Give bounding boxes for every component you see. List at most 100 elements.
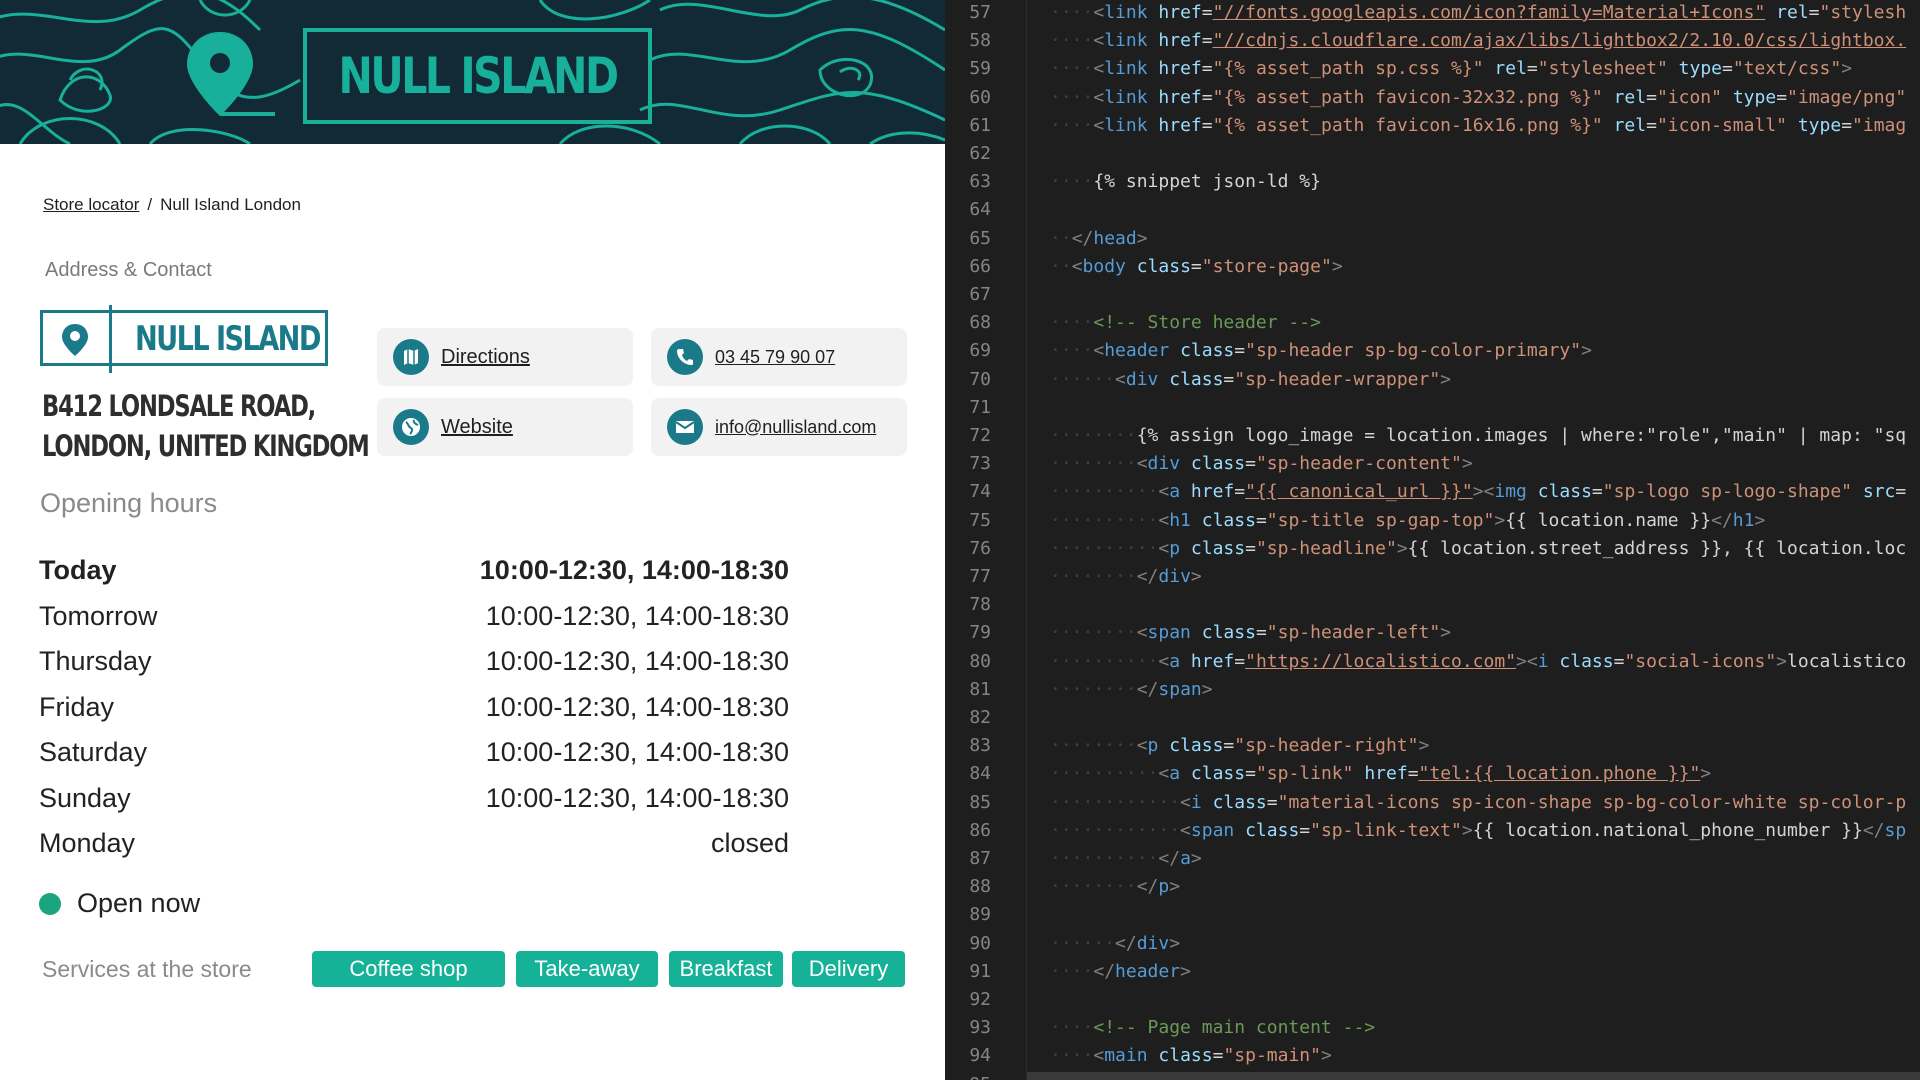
line-number: 85 bbox=[969, 791, 991, 813]
hours-row: Sunday 10:00-12:30, 14:00-18:30 bbox=[39, 776, 789, 822]
code-text: ··········<h1 class="sp-title sp-gap-top… bbox=[1050, 507, 1765, 535]
map-pin-icon bbox=[187, 32, 275, 116]
indent-guide: ···· bbox=[1050, 340, 1094, 362]
code-token: class bbox=[1169, 735, 1224, 757]
phone-button[interactable]: 03 45 79 90 07 bbox=[651, 328, 907, 386]
line-number: 89 bbox=[969, 904, 991, 926]
hours-day: Friday bbox=[39, 691, 115, 722]
code-token: "sp-logo sp-logo-shape" bbox=[1602, 481, 1853, 503]
code-token: "text/css" bbox=[1732, 58, 1842, 80]
code-token: > bbox=[1461, 819, 1473, 841]
hours-day: Sunday bbox=[39, 782, 131, 813]
indent-guide: ······ bbox=[1050, 368, 1116, 390]
code-token: "imag bbox=[1852, 114, 1907, 136]
breadcrumb-store-locator-link[interactable]: Store locator bbox=[43, 195, 139, 214]
hours-value: 10:00-12:30, 14:00-18:30 bbox=[479, 555, 789, 586]
code-text: ········</p> bbox=[1050, 873, 1180, 901]
code-token: = bbox=[1190, 255, 1202, 277]
service-chip-coffee-shop: Coffee shop bbox=[312, 951, 505, 987]
website-button[interactable]: Website bbox=[377, 398, 633, 456]
open-status: Open now bbox=[39, 888, 200, 919]
code-token: = bbox=[1201, 2, 1213, 23]
code-token: body bbox=[1082, 255, 1126, 277]
directions-button[interactable]: Directions bbox=[377, 328, 633, 386]
code-token: header bbox=[1104, 340, 1170, 362]
code-token: class bbox=[1136, 255, 1191, 277]
code-token: < bbox=[1158, 650, 1170, 672]
code-editor[interactable]: 57 ····<link href="//fonts.googleapis.com… bbox=[945, 0, 1920, 1080]
code-token: class bbox=[1190, 453, 1246, 475]
code-token: </ bbox=[1071, 227, 1094, 249]
code-token: = bbox=[1234, 650, 1246, 672]
code-text: ····<header class="sp-header sp-bg-color… bbox=[1050, 337, 1592, 365]
code-text: ············<i class="material-icons sp-… bbox=[1050, 789, 1906, 817]
code-text: ········</div> bbox=[1050, 563, 1202, 591]
email-address: info@nullisland.com bbox=[715, 416, 877, 437]
opening-hours-table: Today 10:00-12:30, 14:00-18:30 Tomorrow 10:… bbox=[39, 548, 789, 867]
code-token: header bbox=[1115, 960, 1181, 982]
address-line-1: B412 LONDSALE ROAD, bbox=[42, 389, 316, 423]
store-address: B412 LONDSALE ROAD, LONDON, UNITED KINGD… bbox=[42, 386, 370, 466]
code-token: "sp-headline" bbox=[1255, 537, 1397, 559]
code-token: "sp-header-right" bbox=[1234, 735, 1419, 757]
code-token: < bbox=[1158, 537, 1170, 559]
code-token: div bbox=[1125, 368, 1159, 390]
code-token: href bbox=[1158, 30, 1202, 52]
line-number: 60 bbox=[969, 86, 991, 108]
code-token: > bbox=[1440, 622, 1452, 644]
code-text: ··········<a href="https://localistico.c… bbox=[1050, 648, 1906, 676]
code-token: class bbox=[1158, 1045, 1213, 1067]
code-token: div bbox=[1136, 932, 1170, 954]
code-text: ····<link href="//cdnjs.cloudflare.com/a… bbox=[1050, 27, 1906, 55]
code-token: main bbox=[1104, 1045, 1148, 1067]
code-token: </ bbox=[1115, 932, 1137, 954]
code-token: < bbox=[1093, 2, 1105, 23]
indent-guide: ········ bbox=[1050, 425, 1137, 446]
email-button[interactable]: info@nullisland.com bbox=[651, 398, 907, 456]
code-token: < bbox=[1180, 819, 1191, 841]
code-token: = bbox=[1223, 368, 1235, 390]
code-token: = bbox=[1299, 819, 1311, 841]
code-token: "sp-header-wrapper" bbox=[1234, 368, 1441, 390]
code-token: head bbox=[1093, 227, 1137, 249]
line-number: 75 bbox=[969, 509, 991, 531]
map-pin-icon bbox=[62, 324, 88, 356]
logo-name: NULL ISLAND bbox=[135, 319, 321, 359]
code-token: a bbox=[1169, 481, 1181, 503]
code-token: > bbox=[1754, 509, 1766, 531]
line-number: 65 bbox=[969, 227, 991, 249]
hours-row: Friday 10:00-12:30, 14:00-18:30 bbox=[39, 685, 789, 731]
code-token: "stylesheet" bbox=[1537, 58, 1668, 80]
horizontal-scrollbar[interactable] bbox=[1027, 1072, 1920, 1080]
code-token: link bbox=[1104, 30, 1148, 52]
code-token: "sp-link" bbox=[1255, 763, 1354, 785]
line-number: 74 bbox=[969, 481, 991, 503]
code-token: > bbox=[1418, 735, 1430, 757]
indent-guide: ········ bbox=[1050, 678, 1137, 700]
code-token: < bbox=[1093, 58, 1105, 80]
code-token: img bbox=[1494, 481, 1527, 503]
code-token: </ bbox=[1711, 509, 1733, 531]
website-label: Website bbox=[441, 415, 513, 438]
address-section-label: Address & Contact bbox=[45, 259, 212, 281]
code-token: > bbox=[1776, 650, 1788, 672]
code-token: type bbox=[1732, 86, 1777, 108]
code-token: = bbox=[1591, 481, 1603, 503]
code-text: ····<link href="{% asset_path sp.css %}"… bbox=[1050, 55, 1852, 83]
code-token: > bbox=[1396, 537, 1408, 559]
indent-guide: ···· bbox=[1050, 30, 1094, 52]
hours-value: 10:00-12:30, 14:00-18:30 bbox=[485, 782, 789, 813]
code-token: localistico bbox=[1787, 650, 1907, 672]
code-text: ····<!-- Store header --> bbox=[1050, 309, 1321, 337]
